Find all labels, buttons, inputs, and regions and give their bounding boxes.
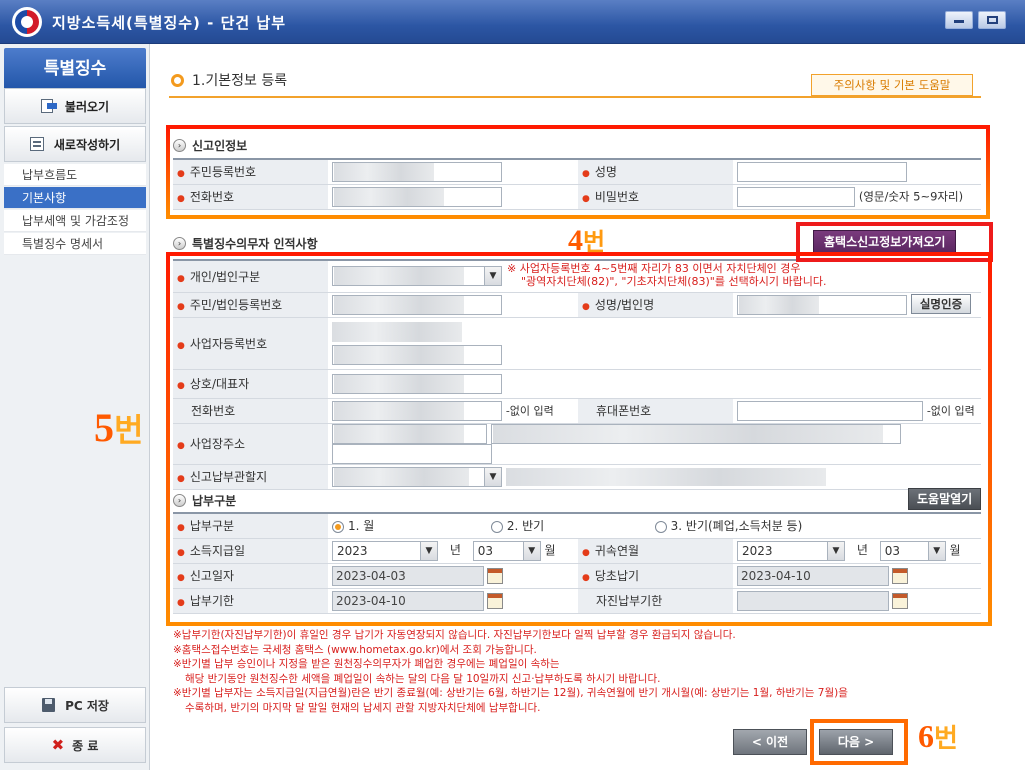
new-write-label: 새로작성하기 (53, 137, 121, 152)
sidebar-item-tax-adjust[interactable]: 납부세액 및 가감조정 (4, 210, 146, 232)
highlight-box-6 (810, 719, 908, 765)
page-title: 1.기본정보 등록 (171, 70, 287, 90)
notice-item: 해당 반기동안 원천징수한 세액을 폐업일이 속하는 달의 다음 달 10일까지… (185, 672, 661, 685)
government-logo-icon (12, 7, 42, 37)
exit-label: 종 료 (72, 738, 99, 753)
pc-save-label: PC 저장 (65, 698, 109, 713)
annotation-label-6: 6번 (918, 718, 958, 754)
sidebar-header: 특별징수 (4, 48, 146, 90)
help-notice-button[interactable]: 주의사항 및 기본 도움말 (811, 74, 973, 96)
sidebar-item-flow[interactable]: 납부흐름도 (4, 164, 146, 186)
pc-save-button[interactable]: PC 저장 (4, 687, 146, 723)
load-button-label: 불러오기 (64, 99, 110, 114)
new-document-icon (29, 137, 46, 151)
notice-item: 수록하며, 반기의 마지막 달 말일 현재의 납세지 관할 지방자치단체에 납부… (185, 701, 541, 714)
exit-button[interactable]: ✖ 종 료 (4, 727, 146, 763)
withholder-section-title: › 특별징수의무자 인적사항 (173, 235, 318, 252)
maximize-button[interactable] (978, 11, 1006, 29)
prev-button[interactable]: < 이전 (733, 729, 807, 755)
notice-item: ※홈택스접수번호는 국세청 홈택스 (www.hometax.go.kr)에서 … (173, 643, 537, 656)
notice-item: ※반기별 납부 승인이나 지정을 받은 원천징수의무자가 폐업한 경우에는 폐업… (173, 658, 560, 670)
minimize-button[interactable] (945, 11, 973, 29)
highlight-box-5 (166, 252, 992, 626)
window-titlebar: 지방소득세(특별징수) - 단건 납부 (0, 0, 1025, 44)
window-title: 지방소득세(특별징수) - 단건 납부 (52, 14, 287, 32)
annotation-label-5: 5번 (94, 405, 144, 450)
sidebar-item-basic[interactable]: 기본사항 (4, 187, 146, 209)
notice-item: ※반기별 납부자는 소득지급일(지급연월)란은 반기 종료월(예: 상반기는 6… (173, 687, 848, 699)
notice-list: ※납부기한(자진납부기한)이 휴일인 경우 납기가 자동연장되지 않습니다. 자… (173, 628, 1003, 715)
floppy-icon (41, 698, 57, 712)
sidebar-item-statement[interactable]: 특별징수 명세서 (4, 233, 146, 255)
section-arrow-icon: › (173, 237, 186, 250)
load-button[interactable]: 불러오기 (4, 88, 146, 124)
page-title-text: 1.기본정보 등록 (192, 73, 288, 89)
annotation-label-4: 4번 (568, 224, 606, 257)
highlight-box-reporter (166, 125, 990, 219)
new-write-button[interactable]: 새로작성하기 (4, 126, 146, 162)
load-icon (40, 99, 57, 113)
title-bullet-icon (171, 73, 184, 87)
close-icon: ✖ (51, 736, 65, 754)
withholder-section-label: 특별징수의무자 인적사항 (192, 237, 318, 251)
notice-item: ※납부기한(자진납부기한)이 휴일인 경우 납기가 자동연장되지 않습니다. 자… (173, 629, 736, 641)
title-divider (169, 96, 981, 98)
